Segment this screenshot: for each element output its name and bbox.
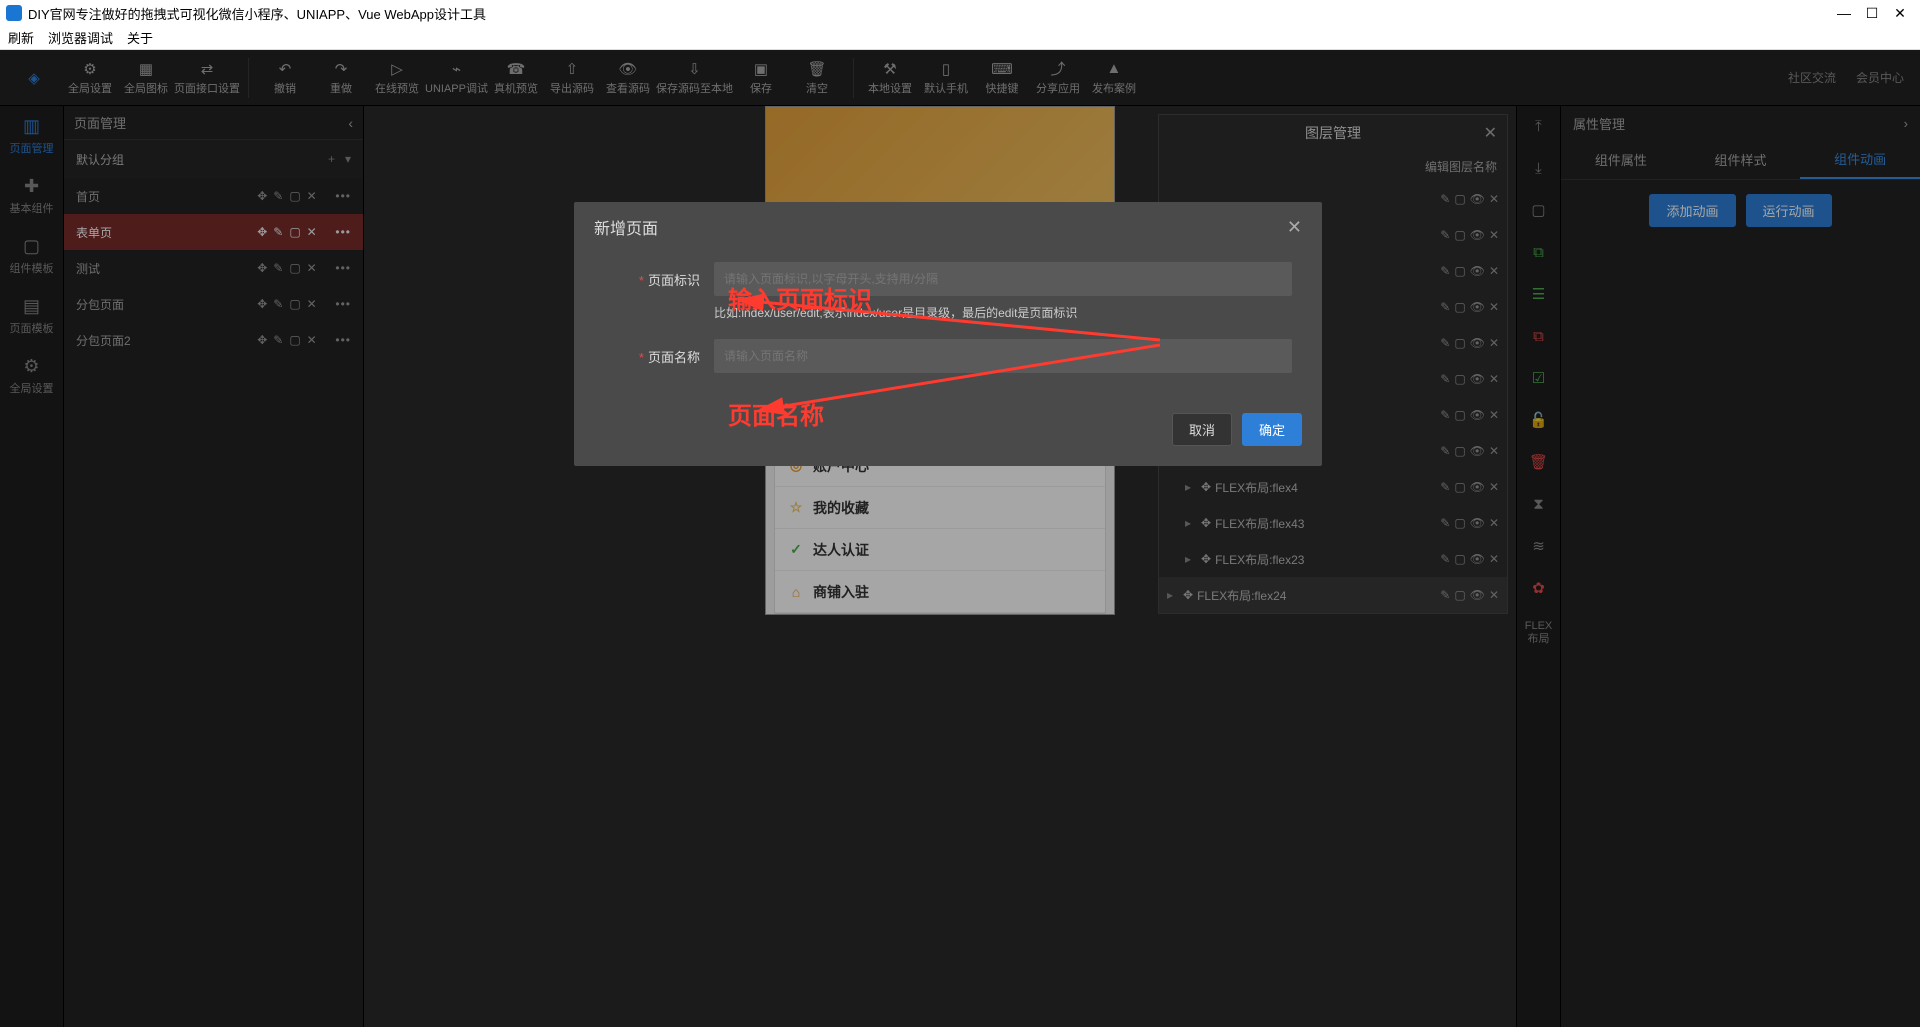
page-name-input[interactable]	[714, 339, 1292, 373]
app-logo-icon	[6, 5, 22, 21]
window-minimize-button[interactable]: —	[1830, 5, 1858, 21]
menu-refresh[interactable]: 刷新	[8, 28, 34, 47]
dialog-title: 新增页面	[594, 215, 658, 239]
window-title: DIY官网专注做好的拖拽式可视化微信小程序、UNIAPP、Vue WebApp设…	[28, 4, 486, 23]
modal-backdrop[interactable]	[0, 50, 1920, 1027]
dialog-header: 新增页面 ✕	[574, 202, 1322, 252]
dialog-cancel-button[interactable]: 取消	[1172, 413, 1232, 446]
menu-browser-debug[interactable]: 浏览器调试	[48, 28, 113, 47]
new-page-dialog: 新增页面 ✕ *页面标识 比如:index/user/edit,表示index/…	[574, 202, 1322, 466]
window-titlebar: DIY官网专注做好的拖拽式可视化微信小程序、UNIAPP、Vue WebApp设…	[0, 0, 1920, 26]
menu-about[interactable]: 关于	[127, 28, 153, 47]
page-name-label: *页面名称	[604, 347, 714, 366]
app-menubar: 刷新 浏览器调试 关于	[0, 26, 1920, 50]
window-maximize-button[interactable]: ☐	[1858, 5, 1886, 22]
dialog-ok-button[interactable]: 确定	[1242, 413, 1302, 446]
page-id-hint: 比如:index/user/edit,表示index/user是目录级，最后的e…	[714, 304, 1292, 321]
page-id-input[interactable]	[714, 262, 1292, 296]
page-id-label: *页面标识	[604, 270, 714, 289]
window-close-button[interactable]: ✕	[1886, 5, 1914, 22]
dialog-close-icon[interactable]: ✕	[1287, 217, 1302, 238]
